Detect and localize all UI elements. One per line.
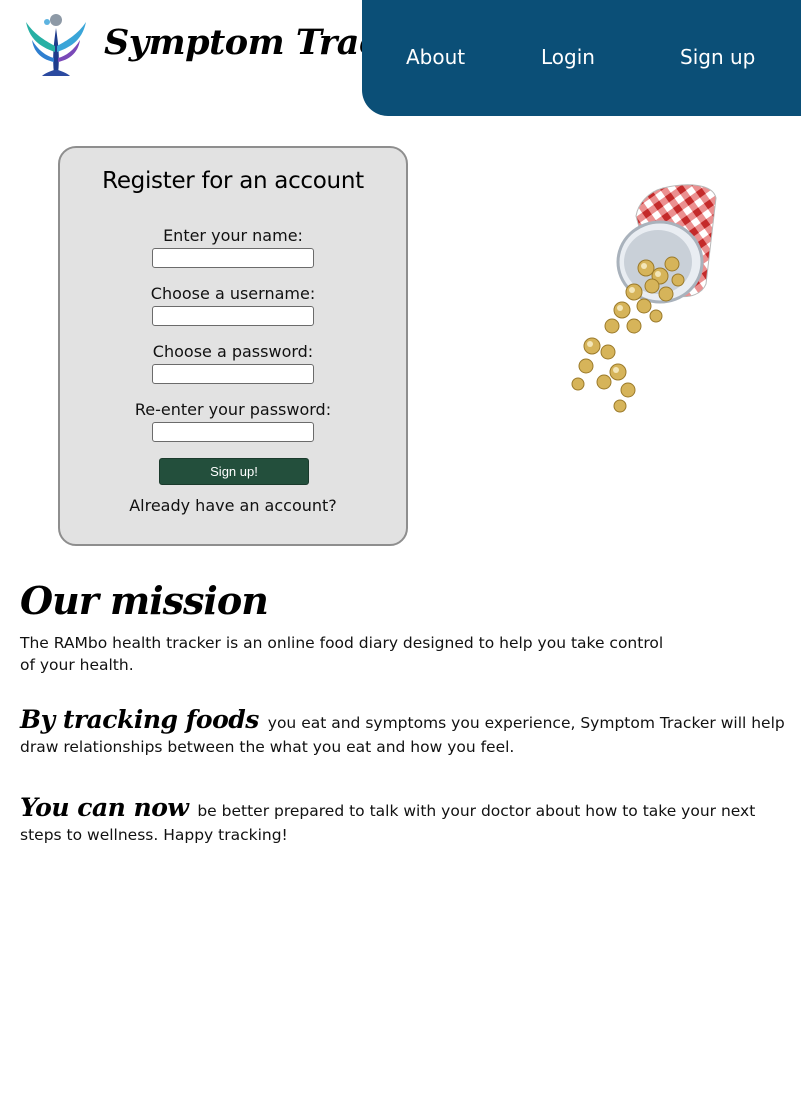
name-label: Enter your name: (163, 226, 303, 245)
mission-paragraph-1: By tracking foods you eat and symptoms y… (20, 705, 790, 759)
password-confirm-input[interactable] (152, 422, 314, 442)
popcorn-cup-illustration (571, 184, 717, 413)
mission-paragraph-2: You can now be better prepared to talk w… (20, 793, 790, 847)
register-title: Register for an account (102, 168, 364, 194)
password-input[interactable] (152, 364, 314, 384)
username-label: Choose a username: (150, 284, 316, 303)
paragraph-2-lead: You can now (20, 793, 189, 822)
brand-area[interactable]: Symptom Tracker (0, 0, 444, 116)
username-input[interactable] (152, 306, 314, 326)
paragraph-1-lead: By tracking foods (20, 705, 259, 734)
signup-submit-button[interactable]: Sign up! (159, 458, 309, 485)
nav-login-link[interactable]: Login (541, 45, 595, 69)
password-label: Choose a password: (152, 342, 314, 361)
mission-intro: The RAMbo health tracker is an online fo… (20, 634, 664, 674)
person-figure-logo-icon (26, 14, 86, 76)
register-form: Register for an account Enter your name:… (58, 146, 408, 546)
password-confirm-label: Re-enter your password: (134, 400, 332, 419)
already-have-account-link[interactable]: Already have an account? (60, 496, 406, 515)
main-nav: About Login Sign up (362, 0, 801, 116)
name-input[interactable] (152, 248, 314, 268)
nav-about-link[interactable]: About (406, 45, 465, 69)
nav-signup-link[interactable]: Sign up (680, 45, 755, 69)
mission-title: Our mission (20, 578, 269, 623)
